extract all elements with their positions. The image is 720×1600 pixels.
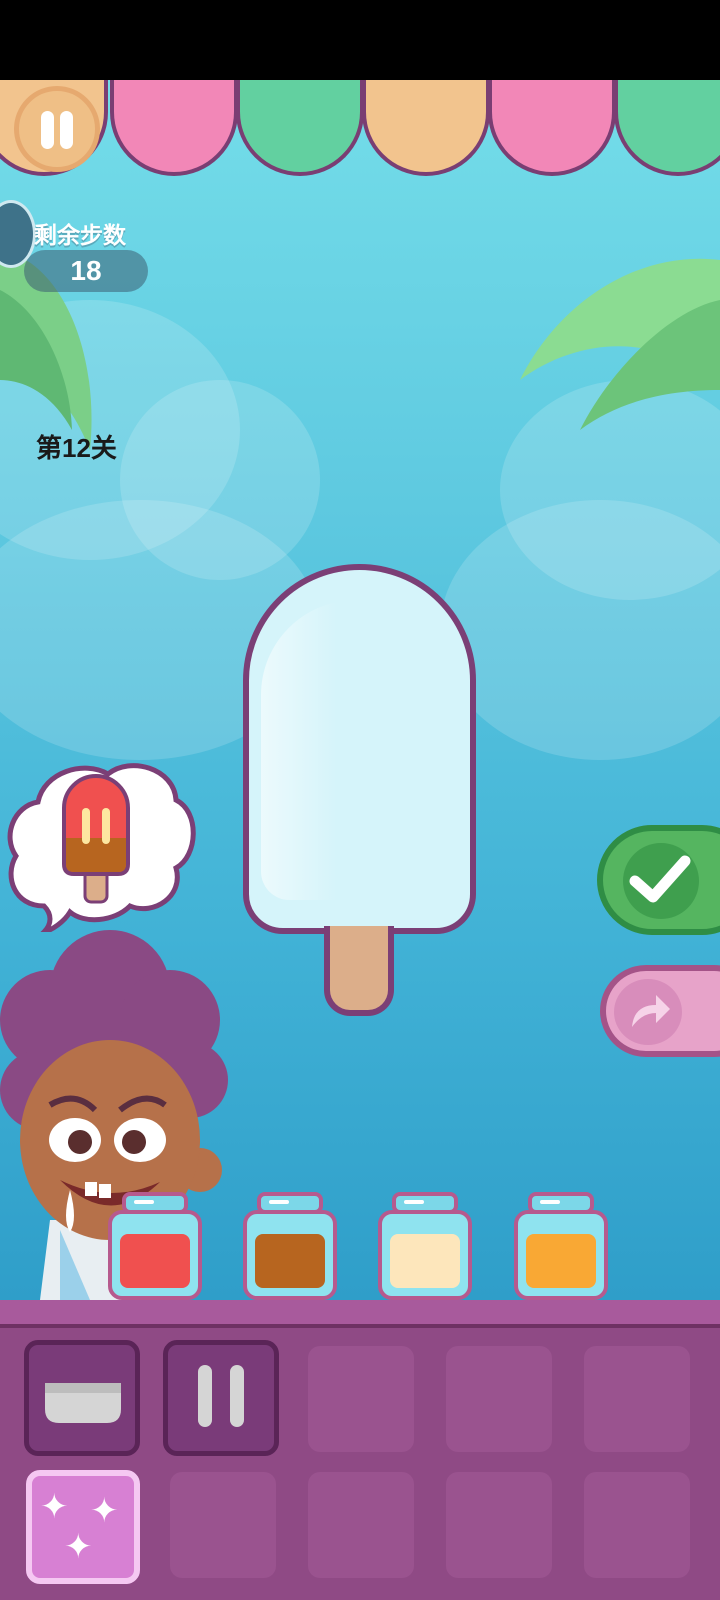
mold-icon [45, 1383, 121, 1423]
game-scene: 剩余步数 18 第12关 [0, 80, 720, 1300]
share-button[interactable] [600, 965, 720, 1057]
moves-counter: 18 [24, 250, 148, 292]
empty-tool-slot [308, 1346, 414, 1452]
pause-button[interactable] [14, 86, 100, 172]
check-icon [629, 855, 691, 903]
popsicle-icon [62, 774, 130, 904]
empty-tool-slot [584, 1472, 690, 1578]
popsicle-stick [324, 926, 394, 1016]
mold-tool-button[interactable] [24, 1340, 140, 1456]
tool-tray: ✦ ✦ ✦ [0, 1300, 720, 1600]
awning-scallop [614, 80, 720, 176]
awning-scallop [110, 80, 238, 176]
cream-syrup-jar[interactable] [378, 1192, 472, 1300]
confirm-button[interactable] [597, 825, 720, 935]
chocolate-syrup-jar[interactable] [243, 1192, 337, 1300]
empty-tool-slot [584, 1346, 690, 1452]
awning-scallop [488, 80, 616, 176]
empty-tool-slot [170, 1472, 276, 1578]
sparkle-tool-button[interactable]: ✦ ✦ ✦ [26, 1470, 140, 1584]
red-syrup-jar[interactable] [108, 1192, 202, 1300]
stripes-tool-button[interactable] [163, 1340, 279, 1456]
background-cloud [440, 500, 720, 760]
popsicle-canvas[interactable] [243, 564, 476, 934]
empty-tool-slot [446, 1472, 552, 1578]
empty-tool-slot [308, 1472, 414, 1578]
awning-scallop [236, 80, 364, 176]
empty-tool-slot [446, 1346, 552, 1452]
share-arrow-icon [632, 995, 670, 1027]
palm-leaf-right [520, 258, 720, 430]
awning-scallop [362, 80, 490, 176]
moves-label: 剩余步数 [34, 222, 126, 248]
orange-syrup-jar[interactable] [514, 1192, 608, 1300]
status-bar [0, 0, 720, 80]
level-title: 第12关 [36, 433, 117, 463]
